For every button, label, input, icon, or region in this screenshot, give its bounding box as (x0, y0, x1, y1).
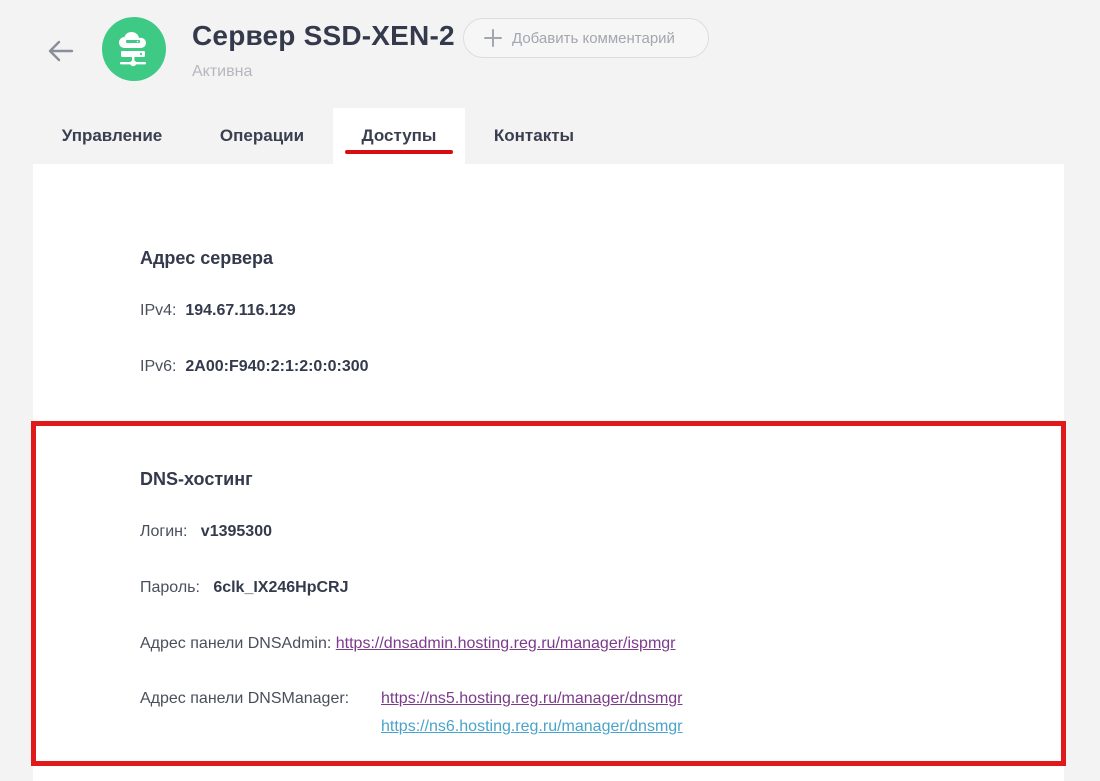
dnsmanager-label: Адрес панели DNSManager: (140, 690, 350, 707)
tab-operations[interactable]: Операции (191, 108, 333, 164)
dnsmanager-row: Адрес панели DNSManager: (140, 690, 349, 708)
dnsmanager-link-ns6[interactable]: https://ns6.hosting.reg.ru/manager/dnsmg… (381, 718, 683, 735)
cloud-server-icon (119, 32, 146, 67)
tab-management[interactable]: Управление (33, 108, 191, 164)
add-comment-button[interactable]: Добавить комментарий (463, 18, 709, 58)
ipv6-value: 2A00:F940:2:1:2:0:0:300 (185, 358, 369, 375)
status-text: Активна (192, 63, 253, 80)
plus-icon (484, 29, 502, 47)
access-panel: Адрес сервера IPv4: 194.67.116.129 IPv6:… (33, 164, 1064, 781)
tab-label: Операции (219, 126, 305, 145)
dnsadmin-row: Адрес панели DNSAdmin: https://dnsadmin.… (140, 635, 676, 653)
add-comment-label: Добавить комментарий (512, 29, 675, 47)
page: Сервер SSD-XEN-2 Активна Добавить коммен… (0, 0, 1100, 781)
ipv4-row: IPv4: 194.67.116.129 (140, 302, 296, 320)
ipv4-value: 194.67.116.129 (185, 302, 296, 319)
ipv6-label: IPv6: (140, 358, 177, 375)
back-button[interactable] (44, 34, 78, 68)
tab-label: Управление (61, 126, 163, 145)
ipv4-label: IPv4: (140, 302, 177, 319)
dns-hosting-heading: DNS-хостинг (140, 469, 253, 489)
tab-label: Контакты (493, 126, 575, 145)
dnsmanager-link-1-row: https://ns5.hosting.reg.ru/manager/dnsmg… (381, 690, 683, 708)
ipv6-row: IPv6: 2A00:F940:2:1:2:0:0:300 (140, 358, 369, 376)
active-tab-underline (345, 150, 453, 154)
login-label: Логин: (140, 523, 188, 540)
password-value: 6clk_IX246HpCRJ (213, 579, 349, 596)
password-row: Пароль: 6clk_IX246HpCRJ (140, 579, 349, 597)
tab-label: Доступы (361, 126, 437, 145)
dnsmanager-link-2-row: https://ns6.hosting.reg.ru/manager/dnsmg… (381, 718, 683, 736)
page-title: Сервер SSD-XEN-2 (192, 20, 455, 51)
server-address-heading: Адрес сервера (140, 248, 274, 268)
dnsadmin-label: Адрес панели DNSAdmin: (140, 635, 332, 652)
arrow-left-icon (48, 40, 74, 62)
tab-access[interactable]: Доступы (333, 108, 465, 164)
dnsadmin-link[interactable]: https://dnsadmin.hosting.reg.ru/manager/… (336, 635, 676, 652)
dnsmanager-link-ns5[interactable]: https://ns5.hosting.reg.ru/manager/dnsmg… (381, 690, 683, 707)
tab-contacts[interactable]: Контакты (465, 108, 603, 164)
avatar (102, 17, 166, 81)
tab-bar: Управление Операции Доступы Контакты (33, 108, 603, 164)
login-value: v1395300 (200, 523, 272, 540)
password-label: Пароль: (140, 579, 200, 596)
login-row: Логин: v1395300 (140, 523, 272, 541)
